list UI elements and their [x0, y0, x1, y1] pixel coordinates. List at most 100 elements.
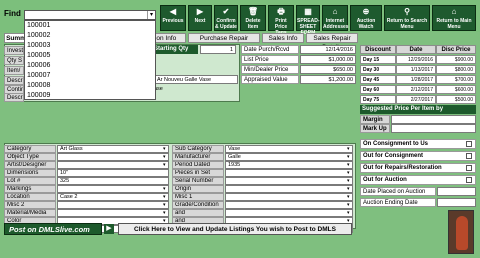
field-input-serial-number[interactable] [225, 177, 353, 185]
status-out-for-consignment: Out for Consignment [360, 151, 476, 161]
field-input-pieces-in-set[interactable] [225, 169, 353, 177]
markup-input[interactable] [391, 124, 476, 133]
next-button[interactable]: ▶ Next [188, 5, 212, 31]
auction-placed-input[interactable] [437, 187, 476, 196]
chevron-down-icon[interactable]: ▾ [163, 186, 166, 192]
field-label-sub-category: Sub Category [172, 145, 224, 153]
chevron-down-icon[interactable]: ▾ [347, 146, 350, 152]
discount-date[interactable]: 2/12/2017 [396, 85, 436, 94]
field-input-and[interactable] [225, 209, 353, 217]
discount-price[interactable]: $800.00 [436, 65, 476, 74]
chevron-down-icon[interactable]: ▾ [347, 202, 350, 208]
field-input-category[interactable]: Art Glass [57, 145, 169, 153]
discount-date[interactable]: 12/29/2016 [396, 55, 436, 64]
field-input-artist-designer[interactable] [57, 161, 169, 169]
chevron-down-icon[interactable]: ▾ [347, 178, 350, 184]
item-label: Item/ [4, 66, 24, 75]
chevron-down-icon[interactable]: ▾ [347, 210, 350, 216]
view-listings-button[interactable]: Click Here to View and Update Listings Y… [118, 223, 352, 235]
field-label-pieces-in-set: Pieces in Set [172, 169, 224, 177]
chevron-down-icon[interactable]: ▾ [163, 202, 166, 208]
post-dmls-button[interactable]: Post on DMLSlive.com [4, 223, 102, 235]
field-input-lot[interactable]: 325 [57, 177, 169, 185]
dropdown-option[interactable]: 100002 [27, 31, 50, 40]
internet-addresses-label: Internet Addresses [323, 18, 349, 30]
internet-addresses-button[interactable]: ⌂ Internet Addresses [322, 5, 349, 31]
status-checkbox[interactable] [466, 177, 472, 183]
status-checkbox[interactable] [466, 141, 472, 147]
purchase-label-appraised-value: Appraised Value [241, 75, 299, 84]
field-input-markings[interactable] [57, 185, 169, 193]
purchase-value-list-price[interactable]: $1,000.00 [300, 55, 356, 64]
field-input-location[interactable]: Case 2 [57, 193, 169, 201]
chevron-down-icon[interactable]: ▾ [347, 162, 350, 168]
purchase-label-min-dealer-price: Min/Dealer Price [241, 65, 299, 74]
auction-watch-button[interactable]: ⊕ Auction Watch [350, 5, 382, 31]
chevron-down-icon[interactable]: ▾ [163, 146, 166, 152]
discount-price[interactable]: $500.00 [436, 95, 476, 104]
starting-qty-input[interactable]: 1 [200, 45, 236, 54]
field-input-object-type[interactable] [57, 153, 169, 161]
discount-header-disc-price: Disc Price [436, 45, 476, 54]
chevron-down-icon[interactable]: ▾ [347, 170, 350, 176]
previous-label: Previous [162, 18, 184, 24]
chevron-down-icon[interactable]: ▾ [163, 210, 166, 216]
field-input-origin[interactable] [225, 185, 353, 193]
purchase-value-appraised-value[interactable]: $1,200.00 [300, 75, 356, 84]
dropdown-option[interactable]: 100006 [27, 61, 50, 70]
confirm-update-icon: ✔ [222, 7, 230, 16]
discount-date[interactable]: 1/13/2017 [396, 65, 436, 74]
field-input-manufacturer[interactable]: Galle [225, 153, 353, 161]
return-to-main-menu-button[interactable]: ⌂ Return to Main Menu [432, 5, 476, 31]
discount-price[interactable]: $600.00 [436, 85, 476, 94]
field-input-material-media[interactable] [57, 209, 169, 217]
internet-addresses-icon: ⌂ [332, 7, 338, 16]
item-name-input[interactable]: Ar Nouveu Galle Vase [154, 75, 238, 84]
delete-item-icon: 🗑 [247, 7, 259, 16]
discount-date[interactable]: 1/28/2017 [396, 75, 436, 84]
chevron-down-icon[interactable]: ▾ [163, 154, 166, 160]
dropdown-option[interactable]: 100007 [27, 71, 50, 80]
chevron-down-icon[interactable]: ▾ [147, 11, 155, 19]
field-input-misc-1[interactable] [225, 193, 353, 201]
purchase-value-date-purch-rcvd[interactable]: 12/14/2016 [300, 45, 356, 54]
chevron-down-icon[interactable]: ▾ [163, 162, 166, 168]
tab-sales-repair-details[interactable]: Sales Repair Details [306, 33, 358, 51]
next-icon: ▶ [196, 7, 204, 16]
dropdown-option[interactable]: 100003 [27, 41, 50, 50]
chevron-down-icon[interactable]: ▾ [347, 154, 350, 160]
status-checkbox[interactable] [466, 153, 472, 159]
tab-sales-info[interactable]: Sales Info [262, 33, 304, 43]
confirm-update-button[interactable]: ✔ Confirm & Update [214, 5, 238, 31]
item-photo[interactable] [448, 210, 474, 254]
print-price-tags-button[interactable]: 🖶Print Price Tags [268, 5, 294, 36]
auction-ending-input[interactable] [437, 198, 476, 207]
margin-input[interactable] [391, 115, 476, 124]
purchase-value-min-dealer-price[interactable]: $650.00 [300, 65, 356, 74]
dropdown-option[interactable]: 100009 [27, 91, 50, 100]
discount-date[interactable]: 2/27/2017 [396, 95, 436, 104]
chevron-down-icon[interactable]: ▾ [347, 194, 350, 200]
discount-price[interactable]: $700.00 [436, 75, 476, 84]
chevron-down-icon[interactable]: ▾ [163, 194, 166, 200]
chevron-down-icon[interactable]: ▾ [347, 186, 350, 192]
field-input-sub-category[interactable]: Vase [225, 145, 353, 153]
tab-purchase-repair-details[interactable]: Purchase Repair Details [188, 33, 260, 51]
spread-sheet-form-button[interactable]: ▦SPREAD-SHEET FORM [296, 5, 320, 36]
field-input-period-dated[interactable]: 1935 [225, 161, 353, 169]
dropdown-option[interactable]: 100001 [27, 21, 50, 30]
field-label-dimensions: Dimensions [4, 169, 56, 177]
vase-image [456, 216, 468, 250]
dropdown-option[interactable]: 100008 [27, 81, 50, 90]
return-to-search-menu-button[interactable]: ⚲ Return to Search Menu [384, 5, 430, 31]
status-checkbox[interactable] [466, 165, 472, 171]
field-input-grade-condition[interactable] [225, 201, 353, 209]
discount-price[interactable]: $900.00 [436, 55, 476, 64]
dropdown-option[interactable]: 100005 [27, 51, 50, 60]
find-combobox[interactable]: ▾ [24, 10, 156, 20]
desc2-label: Descr [4, 93, 24, 102]
field-input-dimensions[interactable]: 10" [57, 169, 169, 177]
field-input-misc-2[interactable] [57, 201, 169, 209]
previous-button[interactable]: ◀ Previous [160, 5, 186, 31]
delete-item-button[interactable]: 🗑 Delete Item [240, 5, 266, 31]
